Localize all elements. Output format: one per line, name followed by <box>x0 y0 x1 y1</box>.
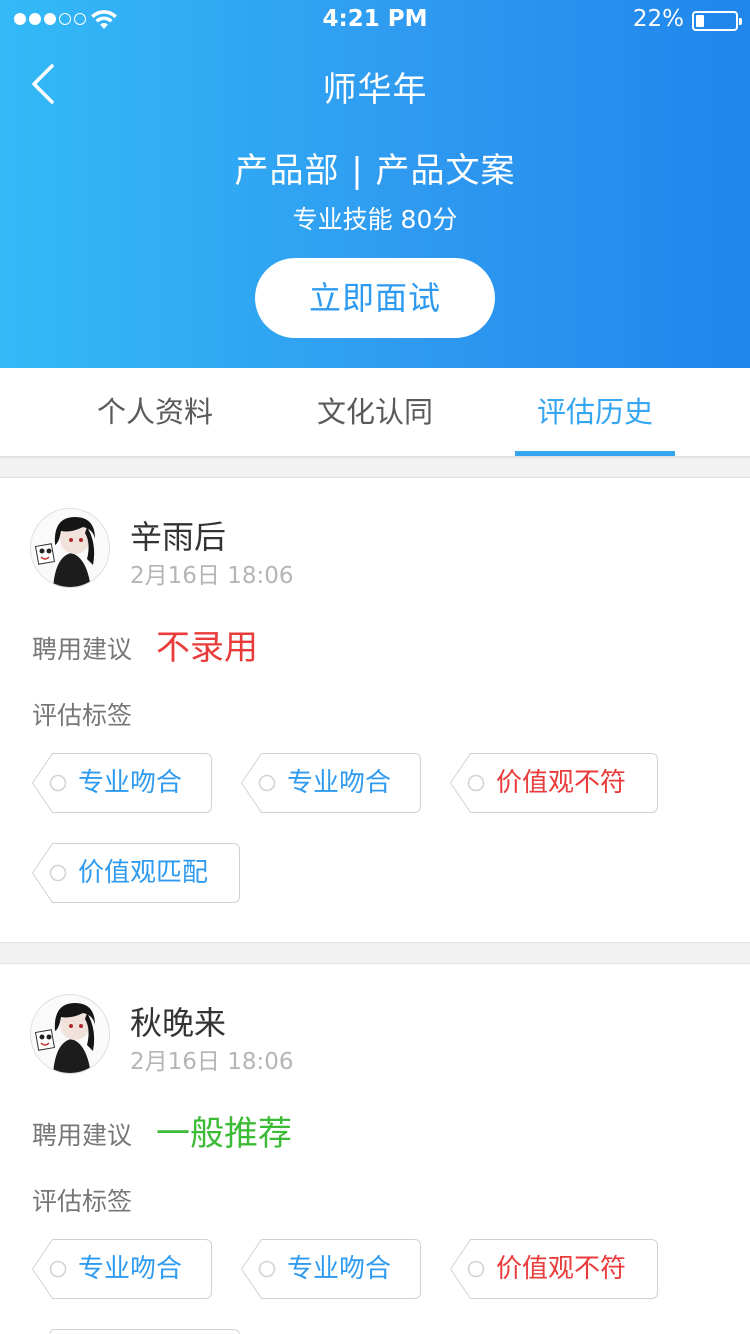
tag-label: 价值观不符 <box>496 768 627 798</box>
evaluation-tag[interactable]: 专业吻合 <box>32 1239 212 1299</box>
tag-label: 专业吻合 <box>287 768 392 798</box>
battery-icon <box>692 11 742 31</box>
evaluation-tag[interactable]: 价值观不符 <box>450 753 658 813</box>
evaluator-name: 秋晚来 <box>130 1004 227 1042</box>
evaluation-tag[interactable]: 专业吻合 <box>241 1239 421 1299</box>
evaluation-tag[interactable]: 价值观不符 <box>450 1239 658 1299</box>
evaluation-card: 辛雨后 2月16日 18:06 聘用建议 不录用 评估标签 专业吻合 专业吻合 … <box>0 478 750 942</box>
status-bar: 4:21 PM 22% <box>0 0 750 40</box>
evaluation-tag[interactable]: 专业吻合 <box>32 753 212 813</box>
tag-label: 专业吻合 <box>78 768 183 798</box>
skill-score: 专业技能 80分 <box>292 205 458 234</box>
page-title: 师华年 <box>322 70 428 110</box>
evaluation-tag-partial[interactable] <box>32 1329 240 1334</box>
tag-label: 价值观匹配 <box>78 858 209 888</box>
evaluation-card: 秋晚来 2月16日 18:06 聘用建议 一般推荐 评估标签 专业吻合 专业吻合… <box>0 964 750 1334</box>
evaluation-tags-label: 评估标签 <box>32 1187 133 1216</box>
hire-recommendation-value: 一般推荐 <box>156 1114 292 1154</box>
interview-now-button[interactable]: 立即面试 <box>255 258 495 338</box>
evaluation-tags-label: 评估标签 <box>32 701 133 730</box>
active-tab-indicator <box>515 451 675 456</box>
tag-label: 专业吻合 <box>287 1254 392 1284</box>
avatar[interactable] <box>30 994 110 1074</box>
avatar[interactable] <box>30 508 110 588</box>
tag-shape-icon <box>48 1329 240 1334</box>
tag-label: 价值观不符 <box>496 1254 627 1284</box>
tag-label: 专业吻合 <box>78 1254 183 1284</box>
evaluation-tag[interactable]: 专业吻合 <box>241 753 421 813</box>
evaluation-date: 2月16日 18:06 <box>130 563 294 589</box>
section-divider <box>0 457 750 478</box>
hire-recommendation-label: 聘用建议 <box>32 635 133 664</box>
evaluator-name: 辛雨后 <box>130 518 227 556</box>
tab-culture-fit[interactable]: 文化认同 <box>255 368 495 457</box>
department-role: 产品部 | 产品文案 <box>234 151 516 191</box>
profile-header: 4:21 PM 22% 师华年 产品部 | 产品文案 专业技能 80分 立即面试 <box>0 0 750 368</box>
tab-personal-info[interactable]: 个人资料 <box>35 368 275 457</box>
section-divider <box>0 942 750 964</box>
evaluation-tag[interactable]: 价值观匹配 <box>32 843 240 903</box>
hire-recommendation-value: 不录用 <box>156 628 258 668</box>
hire-recommendation-label: 聘用建议 <box>32 1121 133 1150</box>
evaluation-date: 2月16日 18:06 <box>130 1049 294 1075</box>
tab-evaluation-history[interactable]: 评估历史 <box>475 368 715 457</box>
tab-bar: 个人资料 文化认同 评估历史 <box>0 368 750 457</box>
battery-percentage: 22% <box>632 6 684 32</box>
